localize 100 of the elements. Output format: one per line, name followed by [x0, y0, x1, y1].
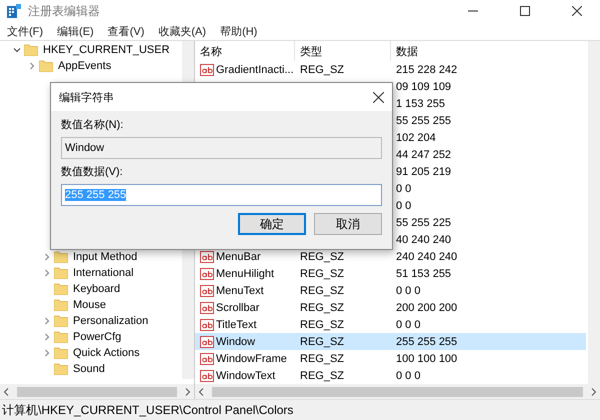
scrollbar-thumb[interactable] [17, 386, 177, 396]
registry-app-icon [6, 3, 22, 19]
close-icon[interactable] [373, 92, 384, 102]
value-name: TitleText [216, 318, 257, 331]
list-row[interactable]: GradientInacti... REG_SZ 215 228 242 [195, 61, 586, 78]
dialog-button[interactable]: 取消 [314, 213, 382, 235]
value-data: 215 228 242 [396, 64, 458, 76]
value-type: REG_SZ [300, 336, 344, 348]
menu-item[interactable]: 收藏夹(A) [151, 24, 214, 38]
value-name: MenuBar [216, 250, 261, 263]
value-name: MenuText [216, 284, 264, 297]
string-value-icon [200, 64, 214, 76]
value-name-field[interactable]: Window [61, 137, 382, 159]
value-data: 0 0 0 [396, 318, 420, 331]
value-data: 44 247 252 [396, 148, 452, 161]
column-header[interactable]: 数据 [396, 44, 418, 59]
string-value-icon [200, 302, 214, 314]
value-name: Window [216, 336, 256, 348]
scrollbar[interactable] [588, 41, 600, 384]
value-data: 255 255 255 [396, 336, 458, 348]
maximize-icon[interactable] [520, 6, 530, 16]
value-type: REG_SZ [300, 250, 344, 263]
value-data: 51 153 255 [396, 268, 452, 280]
tree-item[interactable]: International [73, 267, 134, 279]
close-icon[interactable] [572, 6, 582, 16]
tree-item[interactable]: Personalization [73, 315, 148, 327]
column-header[interactable]: 名称 [200, 44, 222, 59]
list-row[interactable]: WindowFrame REG_SZ 100 100 100 [195, 350, 586, 368]
folder-icon [54, 283, 68, 295]
string-value-icon [200, 284, 214, 297]
tree-item[interactable]: Input Method [73, 251, 138, 263]
value-name: Scrollbar [216, 302, 260, 314]
value-name: WindowText [216, 370, 276, 382]
value-name: GradientInacti... [216, 64, 294, 76]
tree-item[interactable]: PowerCfg [73, 331, 122, 343]
value-data: 1 153 255 [396, 98, 445, 110]
menu-item[interactable]: 查看(V) [100, 24, 152, 38]
value-type: REG_SZ [300, 268, 344, 280]
value-data: 09 109 109 [396, 80, 452, 93]
value-name: WindowFrame [216, 352, 287, 365]
folder-icon [24, 44, 38, 56]
string-value-icon [200, 318, 214, 331]
list-row[interactable]: TitleText REG_SZ 0 0 0 [195, 316, 586, 334]
value-type: REG_SZ [300, 370, 344, 382]
value-data: 0 0 0 [396, 284, 420, 297]
value-data: 102 204 [396, 132, 436, 144]
scroll-right-icon[interactable] [185, 388, 191, 396]
menu-item[interactable]: 编辑(E) [50, 24, 101, 38]
menu-item[interactable]: 帮助(H) [213, 24, 264, 38]
tree-item[interactable]: Keyboard [73, 283, 120, 295]
tree-item[interactable]: Mouse [73, 299, 106, 311]
value-type: REG_SZ [300, 352, 344, 365]
field-label: 数值名称(N): [61, 118, 124, 132]
value-name: MenuHilight [216, 268, 274, 280]
folder-icon [54, 331, 68, 343]
string-value-icon [200, 370, 214, 382]
list-row[interactable]: MenuBar REG_SZ 240 240 240 [195, 248, 586, 266]
list-row[interactable]: MenuHilight REG_SZ 51 153 255 [195, 265, 586, 282]
dialog-button[interactable]: 确定 [238, 213, 306, 235]
value-type: REG_SZ [300, 318, 344, 331]
tree-item[interactable]: Sound [73, 363, 105, 375]
folder-icon [54, 267, 68, 279]
value-data: 0 0 0 [396, 370, 420, 382]
menu-item[interactable]: 文件(F) [0, 24, 50, 38]
string-value-icon [200, 250, 214, 263]
scroll-left-icon[interactable] [3, 388, 9, 396]
folder-icon [54, 299, 68, 311]
value-data: 200 200 200 [396, 302, 458, 314]
list-row[interactable]: Window REG_SZ 255 255 255 [195, 333, 586, 350]
string-value-icon [200, 352, 214, 365]
scroll-right-icon[interactable] [591, 388, 597, 396]
value-data: 91 205 219 [396, 166, 452, 178]
folder-icon [39, 60, 53, 72]
folder-icon [54, 315, 68, 327]
value-data: 100 100 100 [396, 352, 458, 365]
field-label: 数值数据(V): [61, 165, 124, 179]
value-type: REG_SZ [300, 64, 344, 76]
value-type: REG_SZ [300, 284, 344, 297]
list-row[interactable]: WindowText REG_SZ 0 0 0 [195, 367, 586, 384]
string-value-icon [200, 268, 214, 280]
scroll-left-icon[interactable] [198, 388, 204, 396]
tree-item[interactable]: HKEY_CURRENT_USER [43, 44, 170, 56]
dialog-title: 编辑字符串 [59, 90, 114, 104]
status-path: 计算机\HKEY_CURRENT_USER\Control Panel\Colors [2, 402, 294, 418]
list-row[interactable]: MenuText REG_SZ 0 0 0 [195, 282, 586, 300]
list-row[interactable]: Scrollbar REG_SZ 200 200 200 [195, 299, 586, 316]
folder-icon [54, 363, 68, 375]
column-header[interactable]: 类型 [300, 44, 322, 59]
value-data: 40 240 240 [396, 234, 452, 246]
value-data: 0 0 [396, 200, 412, 212]
scrollbar-thumb[interactable] [212, 386, 583, 397]
string-value-icon [200, 336, 214, 348]
value-data: 240 240 240 [396, 250, 458, 263]
tree-item[interactable]: AppEvents [58, 60, 112, 72]
value-data: 0 0 [396, 182, 412, 195]
value-type: REG_SZ [300, 302, 344, 314]
window-title: 注册表编辑器 [28, 2, 101, 20]
value-data: 55 255 255 [396, 114, 452, 127]
tree-item[interactable]: Quick Actions [73, 347, 140, 359]
folder-icon [54, 347, 68, 359]
